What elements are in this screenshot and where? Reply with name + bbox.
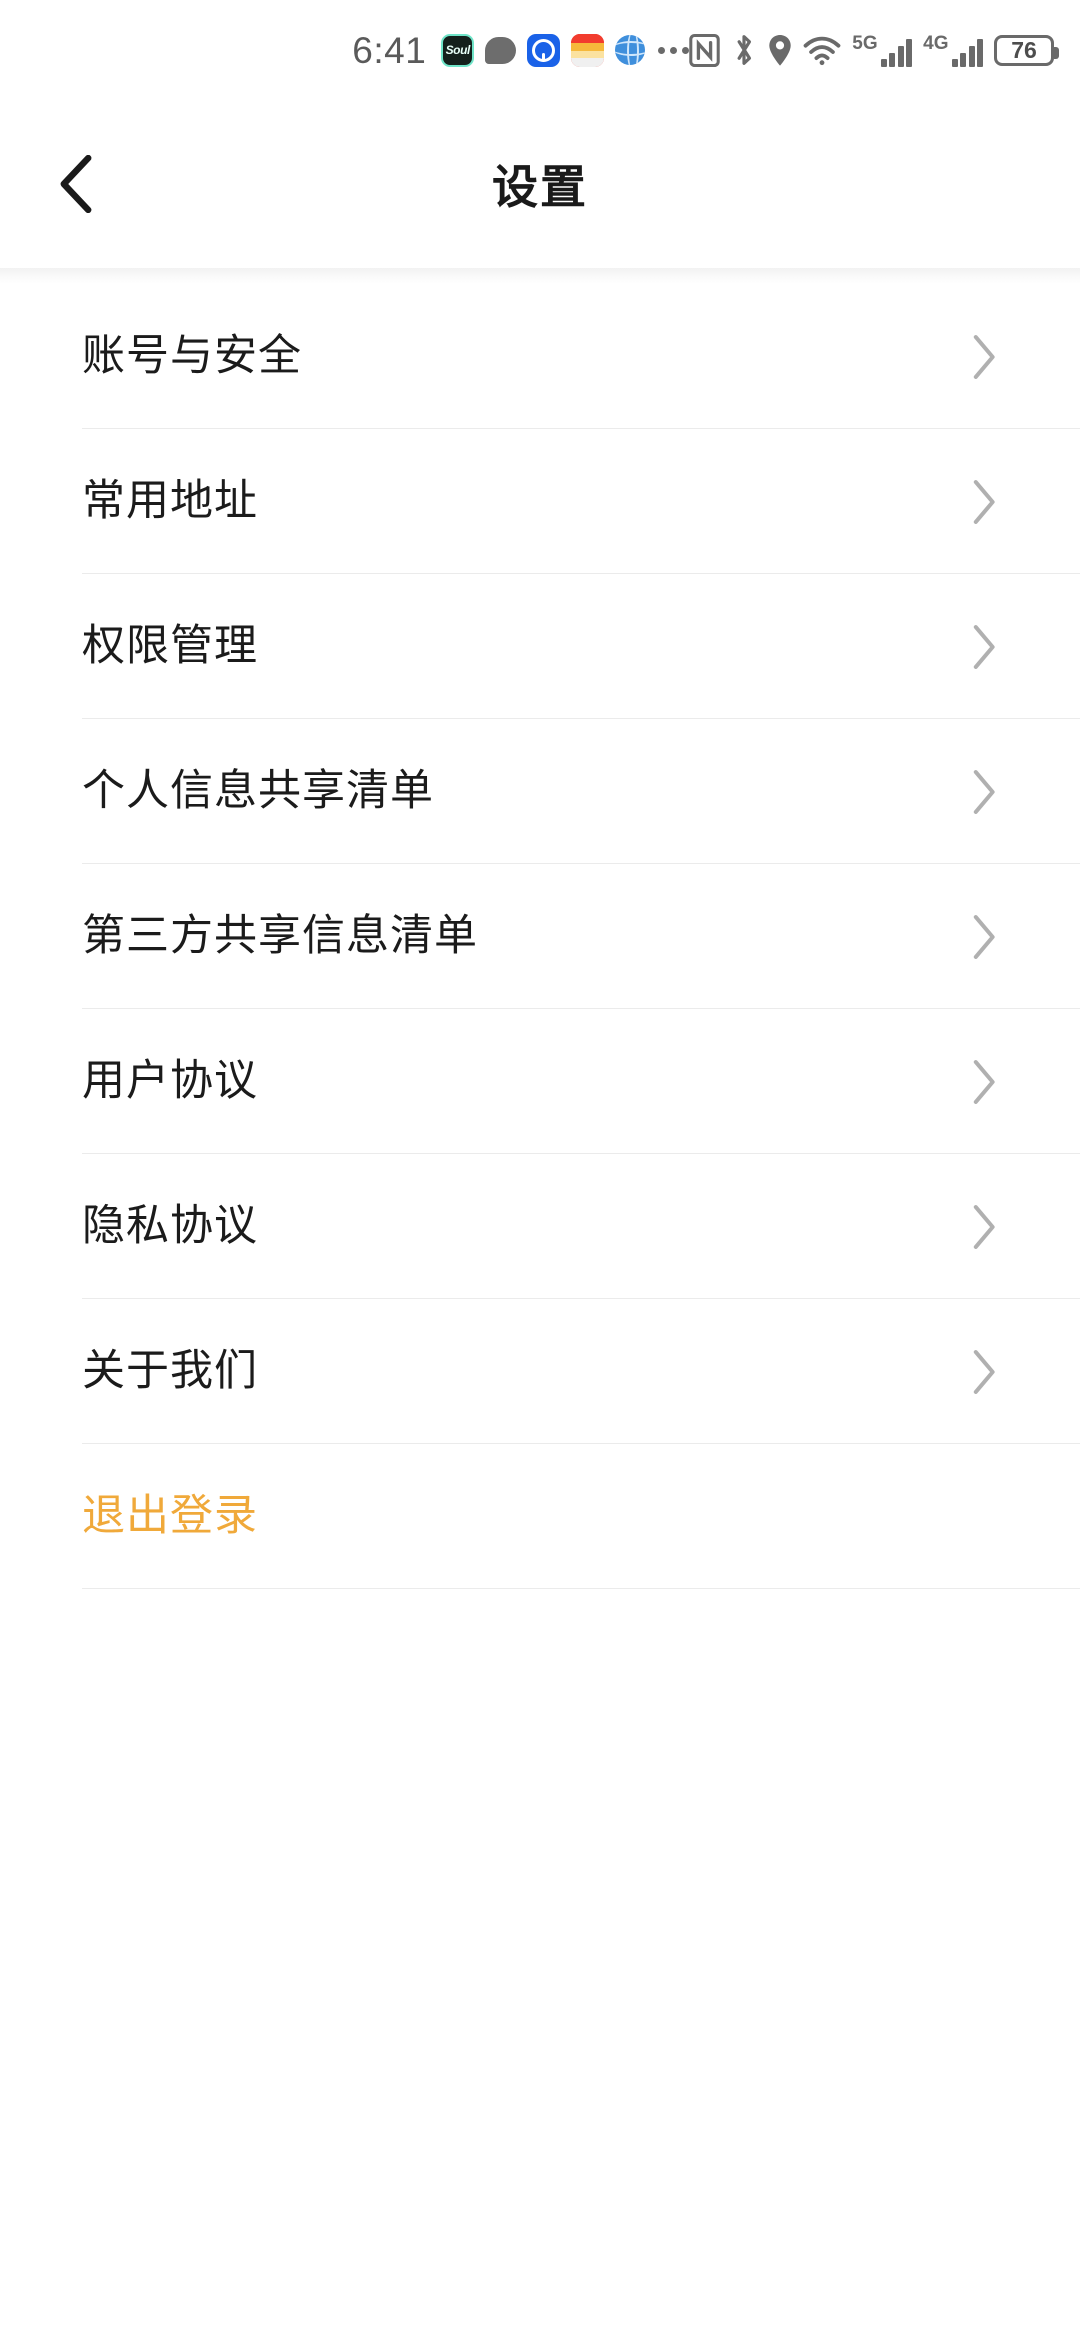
row-divider: [82, 1588, 1080, 1589]
page-title: 设置: [0, 151, 1080, 217]
settings-row-label: 账号与安全: [82, 335, 302, 378]
red-stripe-app-icon: [571, 34, 604, 67]
status-bar-notifications: 6:41 Soul: [352, 32, 689, 69]
status-bar-system-icons: 5G 4G 76: [689, 33, 1080, 67]
settings-row-label: 权限管理: [82, 625, 258, 668]
sim2-network-label: 4G: [923, 34, 948, 53]
sim1-signal-bars: [881, 37, 913, 67]
settings-row-logout[interactable]: 退出登录: [0, 1444, 1080, 1589]
battery-percent-label: 76: [1011, 39, 1037, 62]
settings-row-third-party-sharing-list[interactable]: 第三方共享信息清单: [0, 864, 1080, 1009]
settings-row-privacy-agreement[interactable]: 隐私协议: [0, 1154, 1080, 1299]
wifi-icon: [803, 35, 841, 66]
sim2-signal: 4G: [923, 34, 983, 67]
settings-row-frequent-addresses[interactable]: 常用地址: [0, 429, 1080, 574]
settings-row-user-agreement[interactable]: 用户协议: [0, 1009, 1080, 1154]
page-header: 设置: [0, 100, 1080, 268]
chevron-right-icon: [972, 914, 998, 960]
status-bar-clock: 6:41: [352, 32, 426, 69]
soul-app-icon: Soul: [441, 34, 474, 67]
chevron-right-icon: [972, 1059, 998, 1105]
back-button[interactable]: [38, 146, 114, 222]
settings-row-about-us[interactable]: 关于我们: [0, 1299, 1080, 1444]
settings-row-label: 关于我们: [82, 1350, 258, 1393]
back-chevron-icon: [59, 155, 93, 213]
settings-list: 账号与安全常用地址权限管理个人信息共享清单第三方共享信息清单用户协议隐私协议关于…: [0, 284, 1080, 1589]
status-bar: 6:41 Soul: [0, 0, 1080, 100]
chevron-right-icon: [972, 479, 998, 525]
battery-icon: 76: [994, 35, 1054, 66]
settings-row-label: 第三方共享信息清单: [82, 915, 478, 958]
settings-row-label: 个人信息共享清单: [82, 770, 434, 813]
chat-bubble-icon: [485, 37, 516, 64]
soul-app-icon-label: Soul: [446, 43, 470, 57]
settings-row-permission-management[interactable]: 权限管理: [0, 574, 1080, 719]
settings-row-label: 常用地址: [82, 480, 258, 523]
settings-row-label: 退出登录: [82, 1495, 258, 1538]
settings-screen: 6:41 Soul: [0, 0, 1080, 2340]
chevron-right-icon: [972, 1349, 998, 1395]
chevron-right-icon: [972, 624, 998, 670]
bluetooth-icon: [731, 33, 757, 67]
chevron-right-icon: [972, 769, 998, 815]
sim1-signal: 5G: [852, 34, 912, 67]
sim1-network-label: 5G: [852, 34, 877, 53]
settings-row-account-and-security[interactable]: 账号与安全: [0, 284, 1080, 429]
header-shadow-divider: [0, 268, 1080, 284]
settings-row-personal-info-sharing-list[interactable]: 个人信息共享清单: [0, 719, 1080, 864]
chevron-right-icon: [972, 1204, 998, 1250]
nfc-icon: [689, 34, 720, 67]
location-icon: [768, 34, 792, 67]
blue-circle-app-icon: [527, 34, 560, 67]
settings-row-label: 用户协议: [82, 1060, 258, 1103]
sim2-signal-bars: [952, 37, 984, 67]
more-notifications-icon: [658, 47, 689, 54]
globe-app-icon: [615, 35, 645, 65]
settings-row-label: 隐私协议: [82, 1205, 258, 1248]
chevron-right-icon: [972, 334, 998, 380]
